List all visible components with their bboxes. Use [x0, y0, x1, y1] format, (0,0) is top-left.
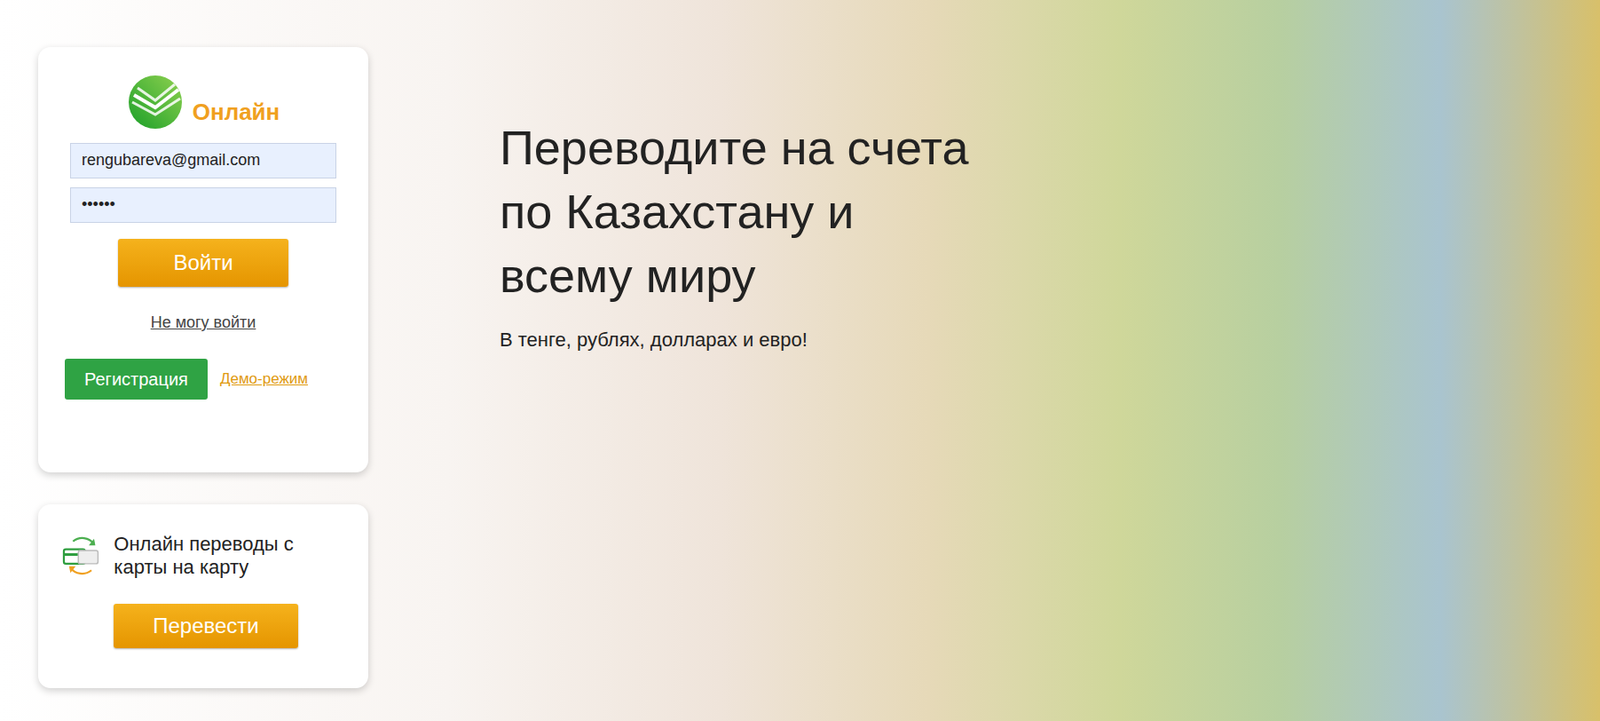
sber-logo-icon [126, 73, 184, 131]
transfer-button[interactable]: Перевести [113, 603, 299, 648]
login-button[interactable]: Войти [118, 238, 289, 287]
email-field[interactable]: rengubareva@gmail.com [70, 142, 337, 179]
hero-heading: Переводите на счетапо Казахстану ивсему … [499, 115, 969, 308]
transfer-card: Онлайн переводы с карты на карту Перевес… [38, 504, 369, 688]
transfer-head: Онлайн переводы с карты на карту [61, 527, 351, 584]
heading-line: всему миру [499, 243, 969, 308]
help-link[interactable]: Не могу войти [150, 313, 257, 332]
hero-subtitle: В тенге, рублях, долларах и евро! [499, 328, 969, 352]
password-field[interactable]: •••••• [70, 187, 337, 223]
heading-line: Переводите на счета [499, 115, 969, 180]
demo-link[interactable]: Демо-режим [220, 370, 308, 388]
page: Онлайн rengubareva@gmail.com •••••• Войт… [0, 0, 1600, 721]
hero: Переводите на счетапо Казахстану ивсему … [499, 115, 969, 352]
register-row: Регистрация Демо-режим [64, 358, 342, 400]
brand: Онлайн [126, 73, 281, 131]
heading-line: по Казахстану и [499, 179, 969, 244]
card-transfer-icon [61, 527, 103, 584]
login-card: Онлайн rengubareva@gmail.com •••••• Войт… [38, 47, 369, 473]
brand-label: Онлайн [192, 98, 281, 127]
sidebar: Онлайн rengubareva@gmail.com •••••• Войт… [38, 47, 369, 688]
transfer-title: Онлайн переводы с карты на карту [113, 532, 351, 580]
register-button[interactable]: Регистрация [64, 358, 208, 400]
